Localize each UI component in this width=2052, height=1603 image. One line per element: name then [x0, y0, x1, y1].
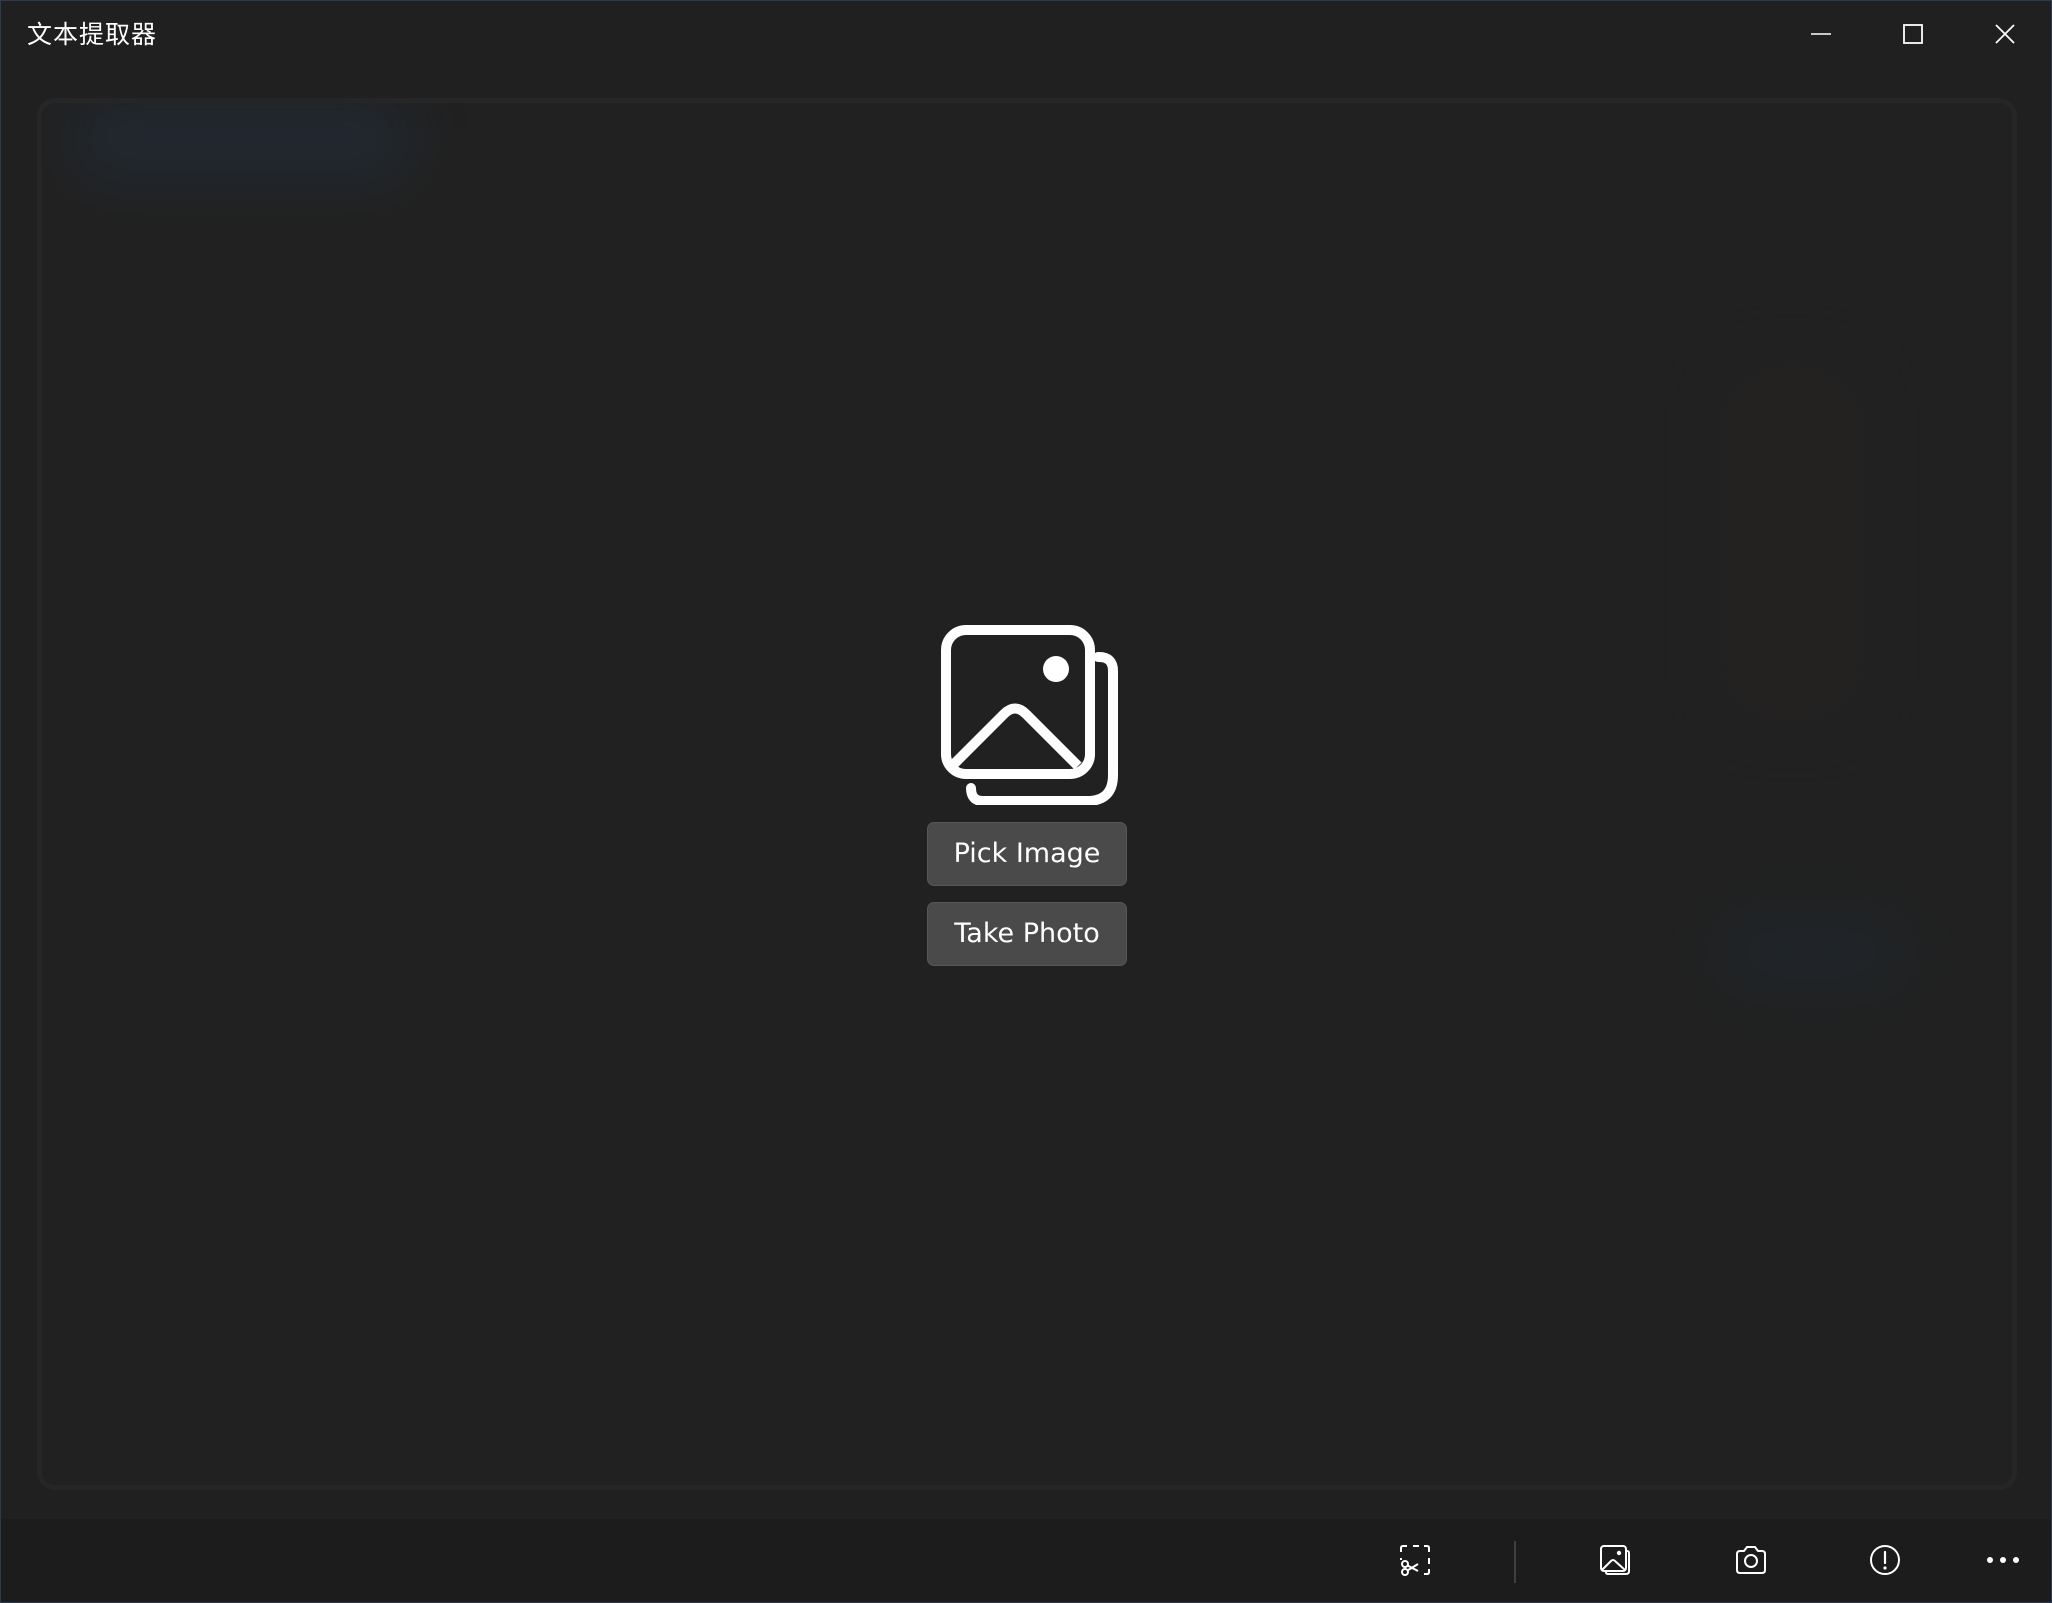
- minimize-button[interactable]: [1775, 1, 1867, 67]
- title-bar: 文本提取器: [1, 1, 2051, 69]
- maximize-button[interactable]: [1867, 1, 1959, 67]
- app-window: 文本提取器 Pick Image Take Photo: [0, 0, 2052, 1603]
- snip-scissors-icon: [1400, 1545, 1430, 1576]
- close-icon: [1995, 24, 2015, 44]
- take-photo-button[interactable]: Take Photo: [927, 902, 1127, 966]
- command-bar: [1, 1519, 2051, 1602]
- close-button[interactable]: [1959, 1, 2051, 67]
- more-button[interactable]: [1967, 1527, 2039, 1593]
- pick-image-button[interactable]: Pick Image: [927, 822, 1127, 886]
- camera-icon: [1736, 1546, 1766, 1574]
- open-image-button[interactable]: [1579, 1527, 1651, 1593]
- camera-button[interactable]: [1715, 1527, 1787, 1593]
- toolbar-separator: [1514, 1541, 1516, 1583]
- background-shade: [1722, 923, 1902, 983]
- about-button[interactable]: [1849, 1527, 1921, 1593]
- more-icon: [1987, 1557, 2019, 1563]
- background-shade: [72, 103, 412, 183]
- info-icon: [1870, 1545, 1900, 1575]
- minimize-icon: [1811, 33, 1831, 35]
- image-gallery-icon: [941, 625, 1118, 805]
- background-shade: [1722, 363, 1862, 723]
- image-icon: [1600, 1545, 1630, 1575]
- maximize-icon: [1903, 24, 1923, 44]
- app-title: 文本提取器: [27, 20, 158, 49]
- snip-button[interactable]: [1379, 1527, 1451, 1593]
